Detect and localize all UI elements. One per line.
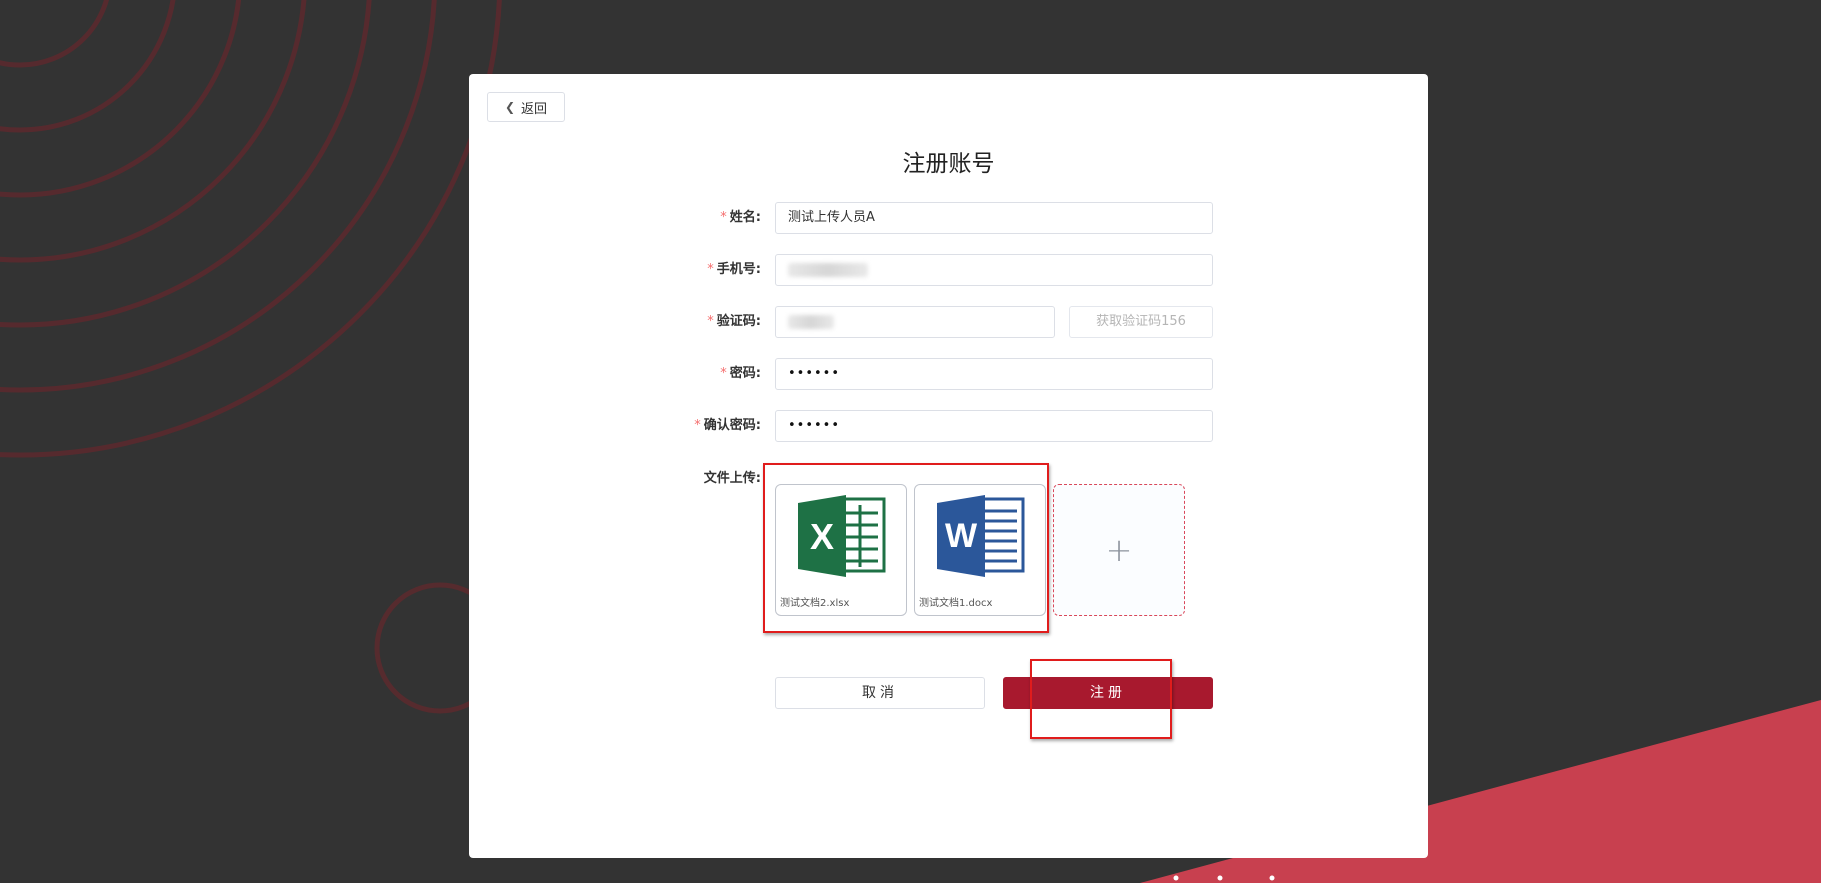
- chevron-left-icon: ❮: [504, 100, 516, 114]
- code-input[interactable]: [775, 306, 1055, 338]
- required-mark: *: [720, 366, 727, 381]
- file-name: 测试文档1.docx: [919, 598, 993, 609]
- get-code-button[interactable]: 获取验证码156: [1069, 306, 1213, 338]
- required-mark: *: [720, 210, 727, 225]
- register-button[interactable]: 注册: [1003, 677, 1213, 709]
- password-label-text: 密码:: [729, 366, 761, 381]
- back-button-label: 返回: [521, 101, 548, 117]
- plus-icon: +: [1105, 531, 1133, 569]
- page-title: 注册账号: [902, 151, 995, 177]
- form-row-name: * 姓名: 测试上传人员A: [469, 202, 1428, 234]
- phone-label-text: 手机号:: [716, 262, 761, 277]
- register-card: ❮ 返回 注册账号 * 姓名: 测试上传人员A * 手机号: * 验证码: 获取验证码…: [469, 74, 1428, 858]
- phone-label: * 手机号:: [707, 254, 761, 286]
- word-icon: W: [937, 495, 1025, 577]
- uploaded-file-docx[interactable]: W 测试文档1.docx: [914, 484, 1046, 616]
- name-label: * 姓名:: [720, 202, 761, 234]
- required-mark: *: [707, 314, 714, 329]
- name-input[interactable]: 测试上传人员A: [775, 202, 1213, 234]
- add-file-button[interactable]: +: [1053, 484, 1185, 616]
- redacted-phone-value: [788, 262, 868, 277]
- form-row-confirm-password: * 确认密码: ••••••: [469, 410, 1428, 442]
- confirm-password-input[interactable]: ••••••: [775, 410, 1213, 442]
- back-button[interactable]: ❮ 返回: [487, 92, 565, 122]
- confirm-password-label: * 确认密码:: [694, 410, 761, 442]
- upload-label: 文件上传:: [703, 471, 761, 486]
- phone-input[interactable]: [775, 254, 1213, 286]
- svg-text:W: W: [945, 517, 978, 555]
- name-label-text: 姓名:: [729, 210, 761, 225]
- uploaded-file-xlsx[interactable]: X 测试文档2.xlsx: [775, 484, 907, 616]
- cancel-button[interactable]: 取消: [775, 677, 985, 709]
- code-label: * 验证码:: [707, 306, 761, 338]
- file-name: 测试文档2.xlsx: [780, 598, 850, 609]
- form-row-password: * 密码: ••••••: [469, 358, 1428, 390]
- required-mark: *: [694, 418, 701, 433]
- required-mark: *: [707, 262, 714, 277]
- form-row-code: * 验证码: 获取验证码156: [469, 306, 1428, 338]
- form-row-phone: * 手机号:: [469, 254, 1428, 286]
- svg-text:X: X: [810, 516, 834, 557]
- redacted-code-value: [788, 314, 834, 329]
- password-input[interactable]: ••••••: [775, 358, 1213, 390]
- password-label: * 密码:: [720, 358, 761, 390]
- excel-icon: X: [798, 495, 886, 577]
- confirm-password-label-text: 确认密码:: [703, 418, 761, 433]
- code-label-text: 验证码:: [716, 314, 761, 329]
